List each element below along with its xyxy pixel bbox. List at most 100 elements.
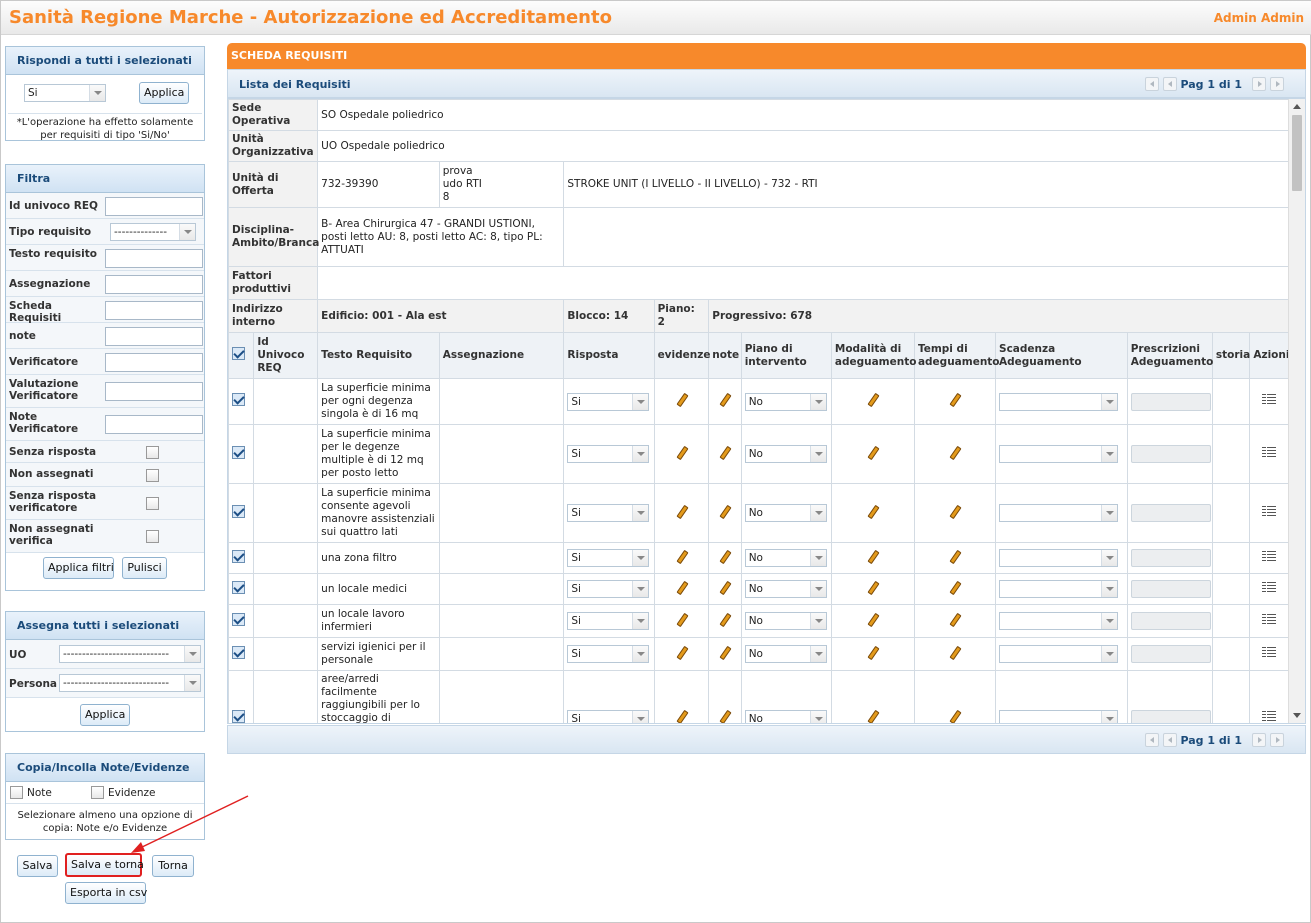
rispondi-select[interactable]: Si bbox=[24, 84, 106, 102]
scroll-down-icon[interactable] bbox=[1293, 713, 1301, 718]
details-list-icon[interactable] bbox=[1262, 394, 1277, 405]
edit-evidenze-icon[interactable] bbox=[675, 505, 688, 518]
details-list-icon[interactable] bbox=[1262, 505, 1277, 517]
edit-modalita-icon[interactable] bbox=[866, 505, 879, 518]
copia-note-checkbox[interactable] bbox=[10, 786, 23, 799]
filter-input[interactable] bbox=[105, 382, 203, 401]
column-header[interactable]: Testo Requisito bbox=[317, 332, 440, 379]
edit-tempi-icon[interactable] bbox=[948, 613, 961, 626]
filter-checkbox[interactable] bbox=[146, 497, 159, 510]
last-page-icon[interactable] bbox=[1270, 77, 1284, 91]
first-page-icon[interactable] bbox=[1145, 733, 1159, 747]
filter-input[interactable] bbox=[105, 415, 203, 434]
scadenza-select[interactable] bbox=[999, 549, 1119, 567]
details-list-icon[interactable] bbox=[1262, 446, 1277, 458]
edit-evidenze-icon[interactable] bbox=[675, 446, 688, 459]
esporta-csv-button[interactable]: Esporta in csv bbox=[65, 882, 147, 904]
row-checkbox[interactable] bbox=[232, 612, 245, 626]
details-list-icon[interactable] bbox=[1262, 646, 1277, 658]
risposta-select[interactable]: Si bbox=[567, 709, 650, 723]
edit-modalita-icon[interactable] bbox=[866, 393, 879, 406]
copia-evidenze-checkbox[interactable] bbox=[91, 786, 104, 799]
scadenza-select[interactable] bbox=[999, 392, 1119, 411]
row-checkbox[interactable] bbox=[232, 645, 245, 659]
edit-modalita-icon[interactable] bbox=[866, 646, 879, 659]
filter-input[interactable] bbox=[105, 196, 203, 216]
edit-evidenze-icon[interactable] bbox=[675, 613, 688, 626]
column-header[interactable]: storia bbox=[1211, 332, 1251, 379]
edit-note-icon[interactable] bbox=[718, 505, 731, 518]
column-header[interactable]: Prescrizioni Adeguamento bbox=[1126, 332, 1213, 379]
column-header[interactable]: note bbox=[708, 332, 742, 379]
assegna-apply-button[interactable]: Applica bbox=[80, 704, 130, 726]
row-checkbox[interactable] bbox=[232, 504, 245, 518]
select-all-checkbox[interactable] bbox=[232, 347, 245, 360]
details-list-icon[interactable] bbox=[1262, 581, 1277, 593]
details-list-icon[interactable] bbox=[1262, 550, 1277, 562]
filter-input[interactable] bbox=[105, 352, 203, 372]
edit-note-icon[interactable] bbox=[718, 581, 731, 594]
piano-select[interactable]: No bbox=[744, 392, 827, 411]
risposta-select[interactable]: Si bbox=[567, 549, 650, 567]
column-header[interactable]: Azioni bbox=[1249, 332, 1289, 379]
column-header[interactable]: Assegnazione bbox=[438, 332, 565, 379]
user-name[interactable]: Admin Admin bbox=[1214, 11, 1304, 25]
edit-note-icon[interactable] bbox=[718, 613, 731, 626]
scadenza-select[interactable] bbox=[999, 580, 1119, 598]
last-page-icon[interactable] bbox=[1270, 733, 1284, 747]
filter-checkbox[interactable] bbox=[146, 445, 159, 459]
filter-input[interactable] bbox=[105, 274, 203, 294]
edit-note-icon[interactable] bbox=[718, 550, 731, 563]
edit-modalita-icon[interactable] bbox=[866, 613, 879, 626]
first-page-icon[interactable] bbox=[1145, 77, 1159, 91]
piano-select[interactable]: No bbox=[744, 445, 827, 463]
row-checkbox[interactable] bbox=[232, 445, 245, 459]
scadenza-select[interactable] bbox=[999, 645, 1119, 663]
piano-select[interactable]: No bbox=[744, 549, 827, 567]
edit-tempi-icon[interactable] bbox=[948, 446, 961, 459]
scrollbar-thumb[interactable] bbox=[1292, 115, 1302, 191]
filter-checkbox[interactable] bbox=[146, 468, 159, 482]
edit-note-icon[interactable] bbox=[718, 710, 731, 723]
edit-modalita-icon[interactable] bbox=[866, 581, 879, 594]
edit-tempi-icon[interactable] bbox=[948, 646, 961, 659]
edit-evidenze-icon[interactable] bbox=[675, 581, 688, 594]
column-header[interactable]: Modalità di adeguamento bbox=[830, 332, 916, 379]
edit-tempi-icon[interactable] bbox=[948, 710, 961, 723]
tipo-requisito-select[interactable]: -------------- bbox=[110, 223, 196, 241]
row-checkbox[interactable] bbox=[232, 580, 245, 594]
scadenza-select[interactable] bbox=[999, 504, 1119, 522]
piano-select[interactable]: No bbox=[744, 612, 827, 630]
applica-filtri-button[interactable]: Applica filtri bbox=[43, 557, 114, 579]
column-header[interactable]: Scadenza Adeguamento bbox=[995, 332, 1128, 379]
pulisci-button[interactable]: Pulisci bbox=[122, 557, 167, 579]
edit-tempi-icon[interactable] bbox=[948, 393, 961, 406]
column-header[interactable]: Tempi di adeguamento bbox=[913, 332, 1000, 379]
edit-modalita-icon[interactable] bbox=[866, 710, 879, 723]
edit-evidenze-icon[interactable] bbox=[675, 710, 688, 723]
prev-page-icon[interactable] bbox=[1163, 77, 1177, 91]
edit-note-icon[interactable] bbox=[718, 393, 731, 406]
row-checkbox[interactable] bbox=[232, 393, 245, 406]
next-page-icon[interactable] bbox=[1252, 77, 1266, 91]
risposta-select[interactable]: Si bbox=[567, 645, 650, 663]
edit-modalita-icon[interactable] bbox=[866, 446, 879, 459]
edit-tempi-icon[interactable] bbox=[948, 581, 961, 594]
rispondi-apply-button[interactable]: Applica bbox=[139, 82, 189, 104]
edit-tempi-icon[interactable] bbox=[948, 550, 961, 563]
scroll-up-icon[interactable] bbox=[1293, 104, 1301, 109]
filter-checkbox[interactable] bbox=[146, 530, 159, 543]
salva-button[interactable]: Salva bbox=[17, 855, 58, 877]
prev-page-icon[interactable] bbox=[1163, 733, 1177, 747]
risposta-select[interactable]: Si bbox=[567, 392, 650, 411]
vertical-scrollbar[interactable] bbox=[1288, 99, 1305, 723]
piano-select[interactable]: No bbox=[744, 580, 827, 598]
risposta-select[interactable]: Si bbox=[567, 504, 650, 522]
assegna-uo-select[interactable]: ---------------------------- bbox=[59, 645, 201, 663]
piano-select[interactable]: No bbox=[744, 709, 827, 723]
risposta-select[interactable]: Si bbox=[567, 612, 650, 630]
piano-select[interactable]: No bbox=[744, 645, 827, 663]
filter-input[interactable] bbox=[105, 300, 203, 320]
scadenza-select[interactable] bbox=[999, 612, 1119, 630]
scadenza-select[interactable] bbox=[999, 709, 1119, 723]
